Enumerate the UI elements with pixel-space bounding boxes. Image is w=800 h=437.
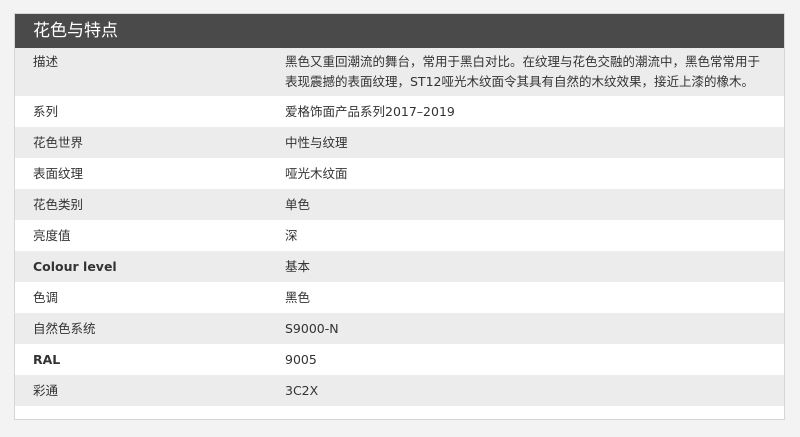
features-table: 描述 黑色又重回潮流的舞台，常用于黑白对比。在纹理与花色交融的潮流中，黑色常常用… bbox=[15, 48, 784, 406]
row-value: 3C2X bbox=[281, 375, 784, 406]
table-row-brightness: 亮度值 深 bbox=[15, 220, 784, 251]
row-label: 表面纹理 bbox=[15, 158, 281, 189]
table-row-series: 系列 爱格饰面产品系列2017–2019 bbox=[15, 96, 784, 127]
row-label: Colour level bbox=[15, 251, 281, 282]
row-label: RAL bbox=[15, 344, 281, 375]
row-value: S9000-N bbox=[281, 313, 784, 344]
row-label: 彩通 bbox=[15, 375, 281, 406]
row-label: 亮度值 bbox=[15, 220, 281, 251]
row-value: 基本 bbox=[281, 251, 784, 282]
table-row-ncs: 自然色系统 S9000-N bbox=[15, 313, 784, 344]
table-row-color-category: 花色类别 单色 bbox=[15, 189, 784, 220]
row-label: 系列 bbox=[15, 96, 281, 127]
table-row-ral: RAL 9005 bbox=[15, 344, 784, 375]
row-label: 色调 bbox=[15, 282, 281, 313]
color-features-panel: 花色与特点 描述 黑色又重回潮流的舞台，常用于黑白对比。在纹理与花色交融的潮流中… bbox=[14, 13, 785, 420]
row-label: 花色世界 bbox=[15, 127, 281, 158]
table-row-surface-texture: 表面纹理 哑光木纹面 bbox=[15, 158, 784, 189]
row-value: 黑色 bbox=[281, 282, 784, 313]
row-label: 花色类别 bbox=[15, 189, 281, 220]
table-row-hue: 色调 黑色 bbox=[15, 282, 784, 313]
table-row-color-world: 花色世界 中性与纹理 bbox=[15, 127, 784, 158]
row-value: 哑光木纹面 bbox=[281, 158, 784, 189]
table-row-colour-level: Colour level 基本 bbox=[15, 251, 784, 282]
row-value: 爱格饰面产品系列2017–2019 bbox=[281, 96, 784, 127]
row-label: 描述 bbox=[15, 48, 281, 96]
table-row-description: 描述 黑色又重回潮流的舞台，常用于黑白对比。在纹理与花色交融的潮流中，黑色常常用… bbox=[15, 48, 784, 96]
panel-title: 花色与特点 bbox=[15, 14, 784, 48]
table-row-pantone: 彩通 3C2X bbox=[15, 375, 784, 406]
row-value: 深 bbox=[281, 220, 784, 251]
row-value: 单色 bbox=[281, 189, 784, 220]
row-value: 中性与纹理 bbox=[281, 127, 784, 158]
row-value: 黑色又重回潮流的舞台，常用于黑白对比。在纹理与花色交融的潮流中，黑色常常用于表现… bbox=[281, 48, 784, 96]
row-value: 9005 bbox=[281, 344, 784, 375]
row-label: 自然色系统 bbox=[15, 313, 281, 344]
